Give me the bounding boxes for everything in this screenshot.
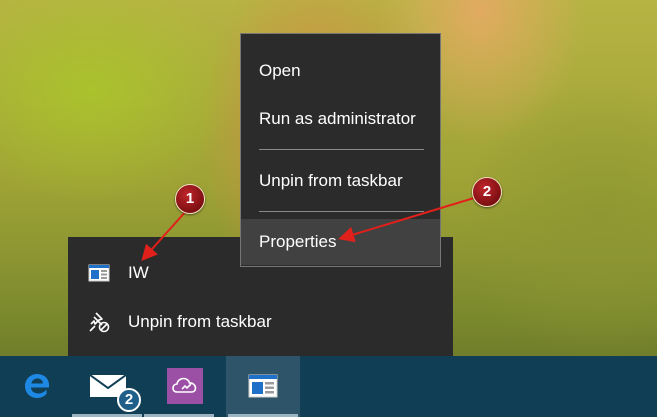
arrow-2 — [338, 197, 475, 243]
edge-icon — [25, 374, 49, 398]
app-window-icon — [248, 374, 278, 398]
taskbar-onedrive-button[interactable] — [142, 356, 216, 417]
callout-badge-1: 1 — [175, 184, 205, 214]
taskbar — [0, 356, 657, 417]
taskbar-edge-button[interactable] — [0, 356, 74, 417]
arrow-1 — [141, 209, 188, 261]
cloud-icon — [167, 368, 203, 404]
callout-badge-2: 2 — [472, 177, 502, 207]
annotation-arrows — [141, 197, 475, 261]
mail-unread-badge: 2 — [117, 388, 141, 412]
taskbar-iw-button[interactable] — [226, 356, 300, 417]
